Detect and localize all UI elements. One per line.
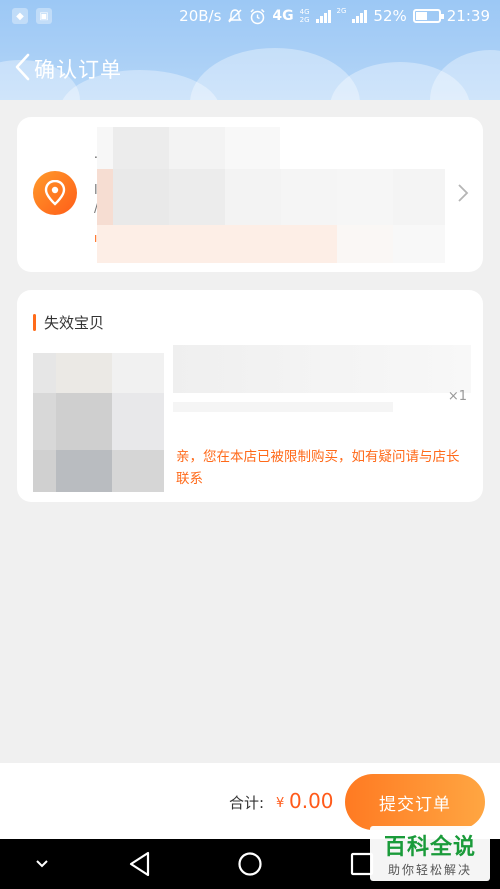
blurred-address-text xyxy=(169,169,225,225)
blurred-address-text xyxy=(97,169,113,225)
watermark-title: 百科全说 xyxy=(383,835,476,860)
product-quantity: ×1 xyxy=(447,389,467,404)
back-button[interactable] xyxy=(8,50,36,84)
total-amount: 0.00 xyxy=(289,789,334,813)
network-type: 4G xyxy=(272,8,294,24)
gallery-notification-icon: ▣ xyxy=(36,8,52,24)
purchase-restricted-message: 亲，您在本店已被限制购买，如有疑问请与店长联系 xyxy=(176,449,460,487)
nav-back-icon xyxy=(129,851,150,877)
watermark-subtitle: 助你轻松解决 xyxy=(387,863,472,877)
mute-icon xyxy=(228,9,243,23)
alarm-icon xyxy=(250,8,265,24)
status-bar: ◆ ▣ 20B/s 4G 4G 2G 2G 52% 21:39 xyxy=(0,0,500,34)
blurred-address-notice xyxy=(393,225,445,263)
address-card[interactable]: . l / ı xyxy=(17,117,483,272)
nav-bar: 确认订单 xyxy=(0,44,500,92)
blurred-address-text xyxy=(393,169,445,225)
product-thumbnail xyxy=(33,353,164,492)
blurred-address-text xyxy=(97,127,113,169)
nav-dropdown-button[interactable] xyxy=(22,839,62,889)
blurred-address-text xyxy=(113,127,169,169)
nav-home-icon xyxy=(238,852,262,876)
total-currency: ¥ xyxy=(276,796,285,811)
chevron-right-icon xyxy=(458,184,469,202)
signal-icon-2 xyxy=(352,9,368,23)
total-label: 合计: xyxy=(229,794,265,812)
battery-percent: 52% xyxy=(373,7,407,25)
app-notification-icon: ◆ xyxy=(12,8,28,24)
blurred-product-spec xyxy=(173,402,393,412)
signal-icon xyxy=(315,9,331,23)
nav-home-button[interactable] xyxy=(228,839,272,889)
blurred-address-text xyxy=(225,127,280,169)
blurred-address-text xyxy=(169,127,225,169)
blurred-address-text xyxy=(337,169,393,225)
back-chevron-icon xyxy=(15,53,30,81)
blurred-address-text xyxy=(113,169,169,225)
clock: 21:39 xyxy=(446,7,490,25)
page-title: 确认订单 xyxy=(34,58,122,82)
watermark-logo: 百科全说 助你轻松解决 xyxy=(370,826,490,881)
blurred-product-name xyxy=(173,345,471,393)
location-pin-icon xyxy=(33,171,77,215)
network-dual: 4G 2G xyxy=(299,8,310,24)
network-type-2: 2G xyxy=(336,7,347,15)
blurred-address-text xyxy=(281,169,337,225)
section-header: 失效宝贝 xyxy=(33,312,104,333)
battery-icon xyxy=(412,9,444,23)
nav-back-button[interactable] xyxy=(118,839,162,889)
section-title: 失效宝贝 xyxy=(44,314,105,332)
submit-order-button[interactable]: 提交订单 xyxy=(345,774,485,830)
blurred-address-notice xyxy=(97,225,337,263)
nav-dropdown-icon xyxy=(36,860,48,868)
blurred-address-text xyxy=(225,169,281,225)
blurred-address-notice xyxy=(337,225,393,263)
header: ◆ ▣ 20B/s 4G 4G 2G 2G 52% 21:39 确认订单 xyxy=(0,0,500,100)
section-accent-bar xyxy=(33,314,36,331)
invalid-items-card: 失效宝贝 ×1 亲，您在本店已被限制购买，如有疑问请与店长联系 xyxy=(17,290,483,502)
net-speed: 20B/s xyxy=(179,7,222,25)
